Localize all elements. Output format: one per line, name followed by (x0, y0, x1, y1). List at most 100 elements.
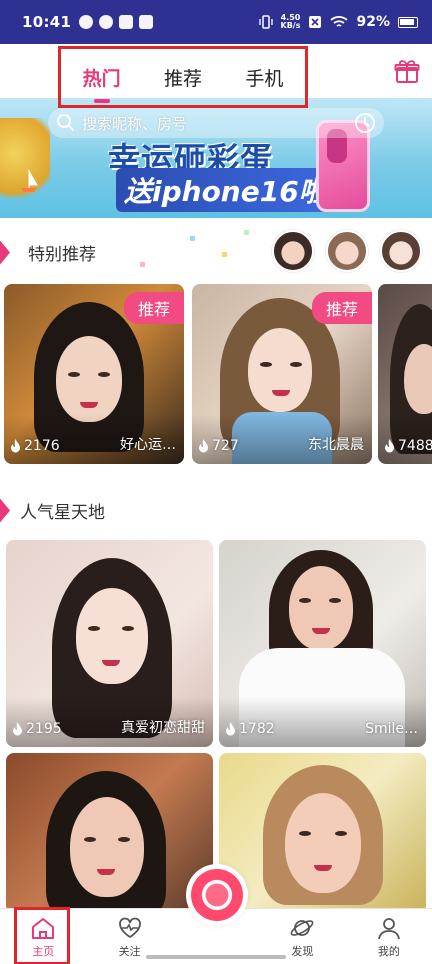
avatar[interactable] (272, 230, 314, 272)
search-placeholder: 搜索昵称、房号 (82, 114, 188, 133)
portrait-eye (122, 626, 134, 631)
nav-home[interactable]: 主页 (0, 907, 86, 964)
popular-card[interactable] (219, 753, 426, 913)
section-marker-icon (0, 498, 10, 523)
portrait-eye (299, 598, 311, 603)
special-card[interactable]: 推荐 727 东北晨晨 (192, 284, 372, 464)
wifi-icon (330, 16, 349, 27)
promo-banner[interactable]: 搜索昵称、房号 幸运砸彩蛋 送iphone16啦! (0, 98, 432, 218)
viewer-count-value: 2176 (24, 438, 60, 454)
tab-hot[interactable]: 热门 (79, 64, 125, 103)
flame-icon (199, 439, 208, 453)
portrait-eye (335, 831, 347, 836)
special-card[interactable]: 7488 (378, 284, 432, 464)
person-icon (377, 917, 400, 939)
confetti-decoration (222, 252, 227, 257)
portrait-eye (68, 372, 80, 377)
notification-app-icon (79, 15, 94, 29)
special-avatar-row (272, 230, 422, 272)
portrait-eye (290, 362, 302, 367)
avatar[interactable] (326, 230, 368, 272)
battery-icon (398, 16, 418, 28)
banner-subheadline: 送iphone16啦! (116, 168, 348, 212)
planet-icon (291, 919, 314, 936)
portrait-eye (299, 831, 311, 836)
nav-mine[interactable]: 我的 (346, 909, 432, 964)
search-bar[interactable]: 搜索昵称、房号 (48, 108, 384, 138)
flame-icon (385, 439, 394, 453)
host-nickname: 真爱初恋甜甜 (121, 720, 205, 736)
net-speed: 4.50 KB/s (281, 14, 301, 30)
camera-live-icon (191, 869, 243, 921)
search-icon (57, 114, 75, 132)
special-card[interactable]: 推荐 2176 好心运… (4, 284, 184, 464)
data-off-icon (309, 16, 322, 28)
recommend-badge: 推荐 (311, 292, 372, 324)
mail-icon (119, 15, 134, 29)
status-time: 10:41 (22, 13, 72, 31)
host-nickname: 好心运… (120, 437, 176, 453)
viewer-count-value: 2195 (26, 721, 62, 737)
nav-mine-label: 我的 (377, 944, 400, 958)
confetti-decoration (140, 262, 145, 267)
avatar[interactable] (380, 230, 422, 272)
portrait-eye (260, 362, 272, 367)
viewer-count-value: 7488 (398, 438, 432, 454)
portrait-face (285, 793, 361, 893)
portrait-face (70, 797, 144, 897)
banner-leaf-decoration (0, 118, 50, 208)
flame-icon (226, 722, 235, 736)
popular-card[interactable]: 1782 Smile… (219, 540, 426, 747)
section-marker-icon (0, 240, 10, 265)
viewer-count: 7488 (384, 438, 432, 454)
top-tabs: 热门 推荐 手机 (58, 46, 308, 108)
portrait-face (289, 566, 353, 650)
portrait-eye (118, 837, 130, 842)
confetti-decoration (190, 236, 195, 241)
special-section-header: 特别推荐 (0, 240, 96, 265)
viewer-count: 727 (198, 438, 239, 454)
viewer-count-value: 727 (212, 438, 239, 454)
gesture-bar (146, 955, 286, 959)
viewer-count: 2176 (10, 438, 60, 454)
viewer-count-value: 1782 (239, 721, 275, 737)
heart-pulse-icon (118, 917, 141, 938)
portrait-eye (84, 837, 96, 842)
portrait-face (76, 588, 148, 684)
crown-icon (139, 15, 154, 29)
nav-discover-label: 发现 (291, 944, 314, 958)
status-bar: 10:41 4.50 KB/s 92% (0, 0, 432, 44)
tab-recommend[interactable]: 推荐 (160, 64, 206, 91)
top-bar: 热门 推荐 手机 (0, 44, 432, 108)
recommend-badge: 推荐 (123, 292, 184, 324)
go-live-button[interactable] (186, 864, 248, 926)
portrait-face (404, 344, 432, 414)
portrait-eye (88, 626, 100, 631)
confetti-decoration (244, 230, 249, 235)
sailboat-icon (21, 169, 38, 192)
popular-card[interactable] (6, 753, 213, 913)
portrait-face (56, 336, 122, 422)
flame-icon (11, 439, 20, 453)
portrait-eye (98, 372, 110, 377)
host-nickname: Smile… (365, 721, 418, 737)
portrait-eye (329, 598, 341, 603)
gift-icon[interactable] (394, 58, 420, 84)
nav-home-highlight (14, 907, 70, 964)
viewer-count: 2195 (12, 721, 62, 737)
vibrate-icon (258, 15, 273, 29)
host-nickname: 东北晨晨 (308, 437, 364, 453)
flame-icon (13, 722, 22, 736)
viewer-count: 1782 (225, 721, 275, 737)
popular-card[interactable]: 2195 真爱初恋甜甜 (6, 540, 213, 747)
battery-level: 92% (356, 14, 390, 30)
special-section-title: 特别推荐 (28, 245, 96, 265)
notification-icons (79, 15, 154, 29)
status-right: 4.50 KB/s 92% (258, 14, 418, 30)
net-speed-unit: KB/s (280, 21, 301, 30)
nav-follow-label: 关注 (118, 944, 141, 958)
history-clock-icon[interactable] (354, 112, 376, 134)
tab-phone[interactable]: 手机 (241, 64, 287, 91)
portrait-face (248, 328, 312, 412)
popular-section-header: 人气星天地 (0, 498, 105, 523)
